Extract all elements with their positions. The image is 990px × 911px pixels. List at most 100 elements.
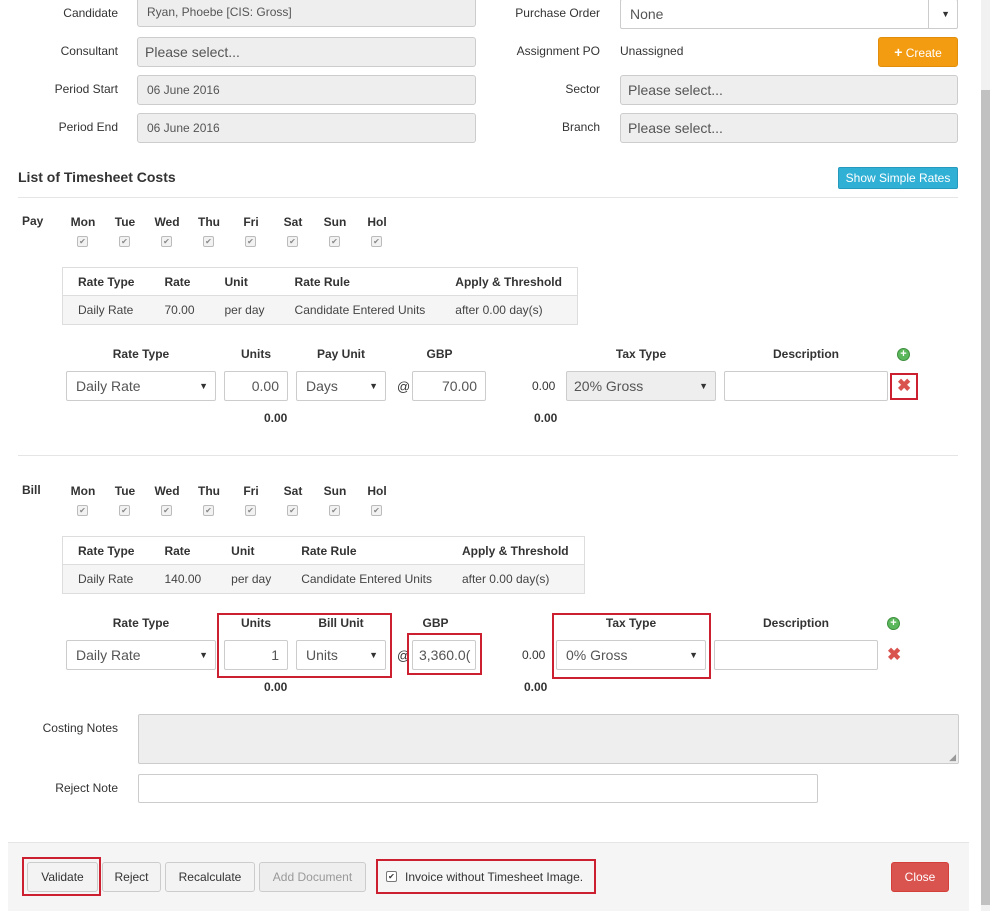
bill-label: Bill [22,483,41,497]
pay-description-input[interactable] [724,371,888,401]
reject-button[interactable]: Reject [102,862,161,892]
bill-col-rate-type: Rate Type [112,616,170,630]
table-header: Rate Rule [286,536,447,565]
day-checkbox[interactable]: ✔ [203,505,214,516]
highlight-box [407,633,482,675]
invoice-without-image-label: Invoice without Timesheet Image. [405,870,584,884]
purchase-order-select[interactable]: None ▼ [620,0,958,29]
pay-tax-type-select[interactable]: 20% Gross ▼ [566,371,716,401]
day-label: Wed [154,215,180,229]
day-checkbox[interactable]: ✔ [329,236,340,247]
pay-gbp-input[interactable]: 70.00 [412,371,486,401]
pay-rate-type-select[interactable]: Daily Rate ▼ [66,371,216,401]
candidate-label: Candidate [63,6,118,20]
branch-select[interactable]: Please select... [620,113,958,143]
day-checkbox[interactable]: ✔ [287,236,298,247]
pay-amount: 0.00 [532,379,556,393]
show-simple-rates-button[interactable]: Show Simple Rates [838,167,958,189]
day-label: Fri [243,484,259,498]
day-checkbox[interactable]: ✔ [161,236,172,247]
day-label: Wed [154,484,180,498]
pay-unit-select[interactable]: Days ▼ [296,371,386,401]
branch-label: Branch [561,120,600,134]
highlight-box [22,857,101,896]
sector-select[interactable]: Please select... [620,75,958,105]
pay-rate-table: Rate Type Rate Unit Rate Rule Apply & Th… [62,267,578,325]
day-checkbox[interactable]: ✔ [245,505,256,516]
highlight-box [217,613,392,678]
day-label: Fri [243,215,259,229]
day-label: Thu [198,215,220,229]
table-cell: after 0.00 day(s) [446,564,585,594]
pay-col-currency: GBP [426,347,453,361]
day-label: Thu [198,484,220,498]
purchase-order-label: Purchase Order [515,6,600,20]
purchase-order-value: None [630,6,664,22]
bill-rate-type-select[interactable]: Daily Rate ▼ [66,640,216,670]
reject-note-input[interactable] [138,774,818,803]
day-checkbox[interactable]: ✔ [245,236,256,247]
day-checkbox[interactable]: ✔ [119,236,130,247]
pay-col-tax-type: Tax Type [615,347,667,361]
day-checkbox[interactable]: ✔ [77,505,88,516]
recalculate-button[interactable]: Recalculate [165,862,255,892]
day-checkbox[interactable]: ✔ [371,505,382,516]
period-start-field: 06 June 2016 [137,75,476,105]
caret-down-icon: ▼ [699,381,708,391]
consultant-select[interactable]: Please select... [137,37,476,67]
day-label: Mon [70,215,96,229]
scrollbar-thumb[interactable] [981,90,990,905]
scrollbar-track[interactable] [981,0,990,911]
table-cell: Daily Rate [62,295,150,325]
table-cell: 140.00 [149,564,217,594]
bill-col-currency: GBP [422,616,449,630]
table-cell: Candidate Entered Units [286,564,447,594]
reject-note-label: Reject Note [55,781,118,795]
day-checkbox[interactable]: ✔ [329,505,340,516]
day-checkbox[interactable]: ✔ [119,505,130,516]
resize-handle-icon[interactable]: ◢ [949,752,956,763]
day-checkbox[interactable]: ✔ [287,505,298,516]
add-bill-row-icon[interactable]: + [887,617,900,630]
period-end-label: Period End [58,120,118,134]
pay-col-units: Units [241,347,271,361]
delete-pay-row-icon[interactable]: ✖ [897,377,911,394]
table-cell: Candidate Entered Units [279,295,441,325]
bill-units-total: 0.00 [264,680,288,694]
caret-down-icon: ▼ [199,650,208,660]
table-header: Unit [209,267,280,296]
bill-rate-table: Rate Type Rate Unit Rate Rule Apply & Th… [62,536,585,594]
pay-units-total: 0.00 [264,411,288,425]
invoice-without-image-checkbox[interactable]: ✔ [386,871,397,882]
day-label: Tue [114,484,136,498]
table-header-row: Rate Type Rate Unit Rate Rule Apply & Th… [62,536,585,565]
day-checkbox[interactable]: ✔ [203,236,214,247]
highlight-box [552,613,711,679]
bill-amount: 0.00 [522,648,546,662]
day-label: Mon [70,484,96,498]
sector-label: Sector [565,82,600,96]
bill-description-input[interactable] [714,640,878,670]
add-pay-row-icon[interactable]: + [897,348,910,361]
at-sign: @ [397,379,411,394]
day-checkbox[interactable]: ✔ [161,505,172,516]
create-button[interactable]: + Create [878,37,958,67]
day-label: Sat [283,484,303,498]
close-button[interactable]: Close [891,862,949,892]
table-header-row: Rate Type Rate Unit Rate Rule Apply & Th… [62,267,578,296]
table-header: Rate Type [62,536,150,565]
table-cell: Daily Rate [62,564,150,594]
pay-units-input[interactable]: 0.00 [224,371,288,401]
table-cell: per day [209,295,280,325]
caret-down-icon: ▼ [199,381,208,391]
delete-bill-row-icon[interactable]: ✖ [887,646,901,663]
table-header: Rate [149,536,217,565]
pay-tax-total: 0.00 [534,411,558,425]
costing-notes-textarea[interactable]: ◢ [138,714,959,764]
day-checkbox[interactable]: ✔ [77,236,88,247]
table-cell: per day [216,564,287,594]
add-document-button[interactable]: Add Document [259,862,366,892]
day-checkbox[interactable]: ✔ [371,236,382,247]
caret-down-icon: ▼ [941,9,950,19]
day-label: Hol [367,215,387,229]
